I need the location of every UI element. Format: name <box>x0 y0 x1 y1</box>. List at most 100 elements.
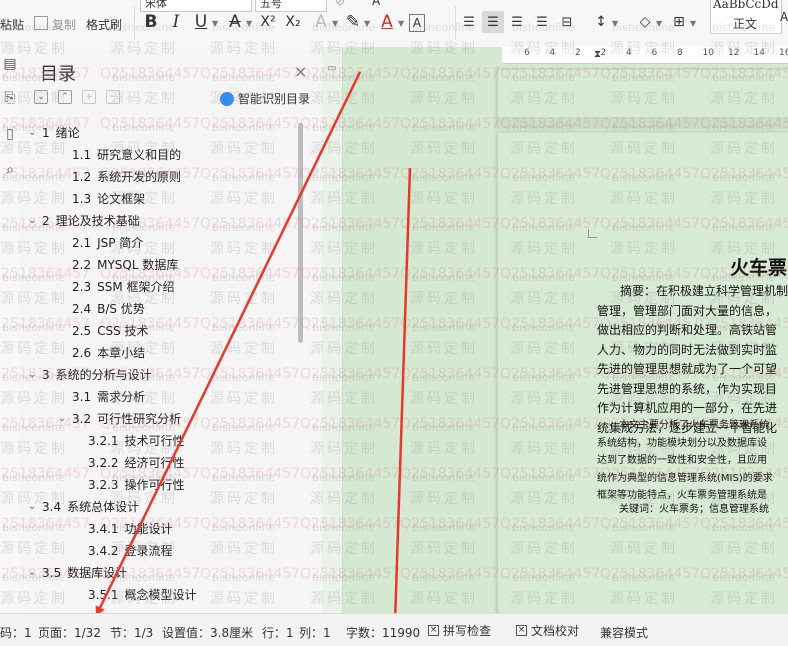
align-left-button[interactable]: ☰ <box>458 11 480 33</box>
toc-item[interactable]: ⌄ 3.2 可行性研究分析 <box>58 408 181 430</box>
italic-button[interactable]: I <box>165 11 187 33</box>
toc-item[interactable]: ⌄ 3.4 系统总体设计 <box>28 496 139 518</box>
toc-item[interactable]: 3.4.2 登录流程 <box>88 540 173 562</box>
chevron-down-icon[interactable]: ▼ <box>690 19 696 28</box>
outline-icon[interactable]: ⎘ <box>0 87 20 109</box>
clear-format-icon[interactable]: ⊘ <box>335 0 345 8</box>
status-page[interactable]: 页面：1/32 <box>38 624 101 641</box>
toc-item-number: 3.4.2 <box>88 544 119 558</box>
shading-button[interactable]: ◇ <box>634 11 656 33</box>
ruler-tick-label: 6 <box>651 48 658 58</box>
align-right-button[interactable]: ☰ <box>506 11 528 33</box>
pages-icon[interactable]: ▯ <box>0 123 20 145</box>
toc-item[interactable]: 2.6 本章小结 <box>72 342 145 364</box>
chevron-down-icon[interactable]: ⌄ <box>58 408 70 430</box>
toc-item-label: CSS 技术 <box>97 324 149 338</box>
expand-all-icon[interactable]: ⌄ <box>34 90 48 104</box>
chevron-down-icon[interactable]: ▼ <box>656 19 662 28</box>
chevron-down-icon[interactable]: ⌄ <box>28 364 40 386</box>
toc-item-number: 3.2.3 <box>88 478 119 492</box>
toc-scrollbar[interactable] <box>298 123 303 343</box>
format-painter-button[interactable]: 格式刷 <box>86 16 122 33</box>
document-paragraph-line: 统作为典型的信息管理系统(MIS)的要求 <box>597 472 773 484</box>
style-gallery-normal[interactable]: AaBbCcDd 正文 <box>710 0 782 34</box>
toc-item[interactable]: 3.2.3 操作可行性 <box>88 474 185 496</box>
superscript-button[interactable]: X² <box>257 11 279 33</box>
toc-item[interactable]: 2.5 CSS 技术 <box>72 320 149 342</box>
toc-item[interactable]: 2.3 SSM 框架介绍 <box>72 276 175 298</box>
borders-button[interactable]: ⊞ <box>668 11 690 33</box>
indent-marker-icon[interactable]: ⧗ <box>594 49 601 60</box>
document-paragraph-line: 系统结构，功能模块划分以及数据库设 <box>597 437 767 449</box>
distribute-button[interactable]: ⊟ <box>556 11 578 33</box>
horizontal-ruler[interactable]: 6 4 2 2 4 6 8 10 12 14 16 ⧗ <box>502 47 788 64</box>
subscript-button[interactable]: X₂ <box>282 11 304 33</box>
status-row: 行：1 <box>262 626 294 640</box>
search-icon[interactable]: ⌕ <box>0 159 20 181</box>
toc-item-number: 3.1 <box>72 390 92 404</box>
toc-item[interactable]: 2.4 B/S 优势 <box>72 298 145 320</box>
text-effect-button[interactable]: A <box>310 11 332 33</box>
add-heading-icon[interactable]: + <box>82 90 96 104</box>
chevron-down-icon[interactable]: ⌄ <box>28 210 40 232</box>
toc-item-number: 2.6 <box>72 346 92 360</box>
toc-item-label: 系统总体设计 <box>67 500 140 514</box>
doc-proof-toggle[interactable]: × 文档校对 <box>516 622 579 639</box>
paste-button[interactable]: 粘贴 <box>0 16 24 33</box>
toc-item[interactable]: ⌄ 2 理论及技术基础 <box>28 210 140 232</box>
line-spacing-button[interactable]: ↕ <box>590 11 612 33</box>
toc-item[interactable]: 3.2.2 经济可行性 <box>88 452 185 474</box>
toc-item[interactable]: ⌄ 1 绪论 <box>28 122 80 144</box>
chevron-down-icon[interactable]: ▼ <box>398 19 404 28</box>
remove-heading-icon[interactable]: − <box>106 90 120 104</box>
ruler-tick-label: 10 <box>702 48 714 58</box>
copy-button[interactable]: 复制 <box>52 16 76 33</box>
toc-item[interactable]: 3.4.1 功能设计 <box>88 518 173 540</box>
toc-item[interactable]: 2.2 MYSQL 数据库 <box>72 254 178 276</box>
margin-mark-icon <box>588 229 597 238</box>
chevron-down-icon[interactable]: ▼ <box>246 19 252 28</box>
toc-item-label: 经济可行性 <box>124 456 185 470</box>
close-icon[interactable]: × <box>294 62 307 81</box>
font-color-button[interactable]: A <box>376 11 398 33</box>
strikethrough-button[interactable]: A <box>224 11 246 33</box>
bold-button[interactable]: B <box>140 11 162 33</box>
highlight-button[interactable]: ✎ <box>342 11 364 33</box>
status-setting: 设置值：3.8厘米 <box>162 626 254 640</box>
underline-button[interactable]: U <box>190 11 212 33</box>
chevron-down-icon[interactable]: ▼ <box>612 19 618 28</box>
smart-toc-button[interactable]: 智能识别目录 <box>220 90 310 107</box>
toc-item-label: 本章小结 <box>97 346 146 360</box>
doc-proof-label: 文档校对 <box>531 624 580 638</box>
font-color-top-icon[interactable]: A <box>372 0 380 8</box>
toc-item-number: 2.5 <box>72 324 92 338</box>
chevron-down-icon[interactable]: ▼ <box>364 19 370 28</box>
collapse-all-icon[interactable]: ⌃ <box>58 90 72 104</box>
justify-button[interactable]: ☰ <box>531 11 553 33</box>
chevron-down-icon[interactable]: ▼ <box>332 19 338 28</box>
ai-icon <box>220 91 234 106</box>
chevron-down-icon[interactable]: ▼ <box>212 19 218 28</box>
align-center-button[interactable]: ☰ <box>482 11 504 33</box>
toc-item-number: 3.2.2 <box>88 456 119 470</box>
toc-item-label: 概念模型设计 <box>124 588 197 602</box>
toc-item[interactable]: 1.1 研究意义和目的 <box>72 144 181 166</box>
font-name-value: 宋体 <box>145 0 167 10</box>
toc-item[interactable]: 3.2.1 技术可行性 <box>88 430 185 452</box>
status-word-count[interactable]: 字数：11990 <box>346 624 420 641</box>
toc-panel: 目录 × ⌄ ⌃ + − 智能识别目录 ⌄ 1 绪论 1.1 研究意义和目的 1.2 系统开… <box>20 47 323 613</box>
chevron-down-icon[interactable]: ⌄ <box>28 496 40 518</box>
toc-item[interactable]: 1.2 系统开发的原则 <box>72 166 181 188</box>
chevron-down-icon[interactable]: ⌄ <box>28 562 40 584</box>
toc-item[interactable]: 3.5.1 概念模型设计 <box>88 584 197 606</box>
toc-item[interactable]: ⌄ 3.5 数据库设计 <box>28 562 127 584</box>
spell-check-toggle[interactable]: × 拼写检查 <box>428 622 491 639</box>
chevron-down-icon[interactable]: ⌄ <box>28 122 40 144</box>
toc-item[interactable]: 1.3 论文框架 <box>72 188 145 210</box>
char-border-button[interactable]: A <box>409 14 425 32</box>
toc-item[interactable]: ⌄ 3 系统的分析与设计 <box>28 364 152 386</box>
style-more-icon[interactable]: A <box>780 10 788 24</box>
toc-item[interactable]: 2.1 JSP 简介 <box>72 232 143 254</box>
document-icon[interactable]: ▤ <box>0 53 20 75</box>
toc-item[interactable]: 3.1 需求分析 <box>72 386 145 408</box>
